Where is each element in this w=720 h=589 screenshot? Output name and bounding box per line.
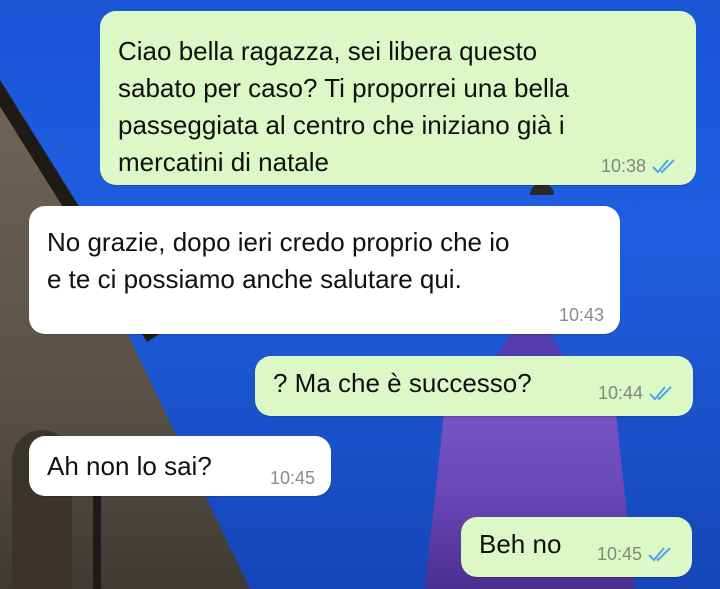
double-check-read-icon (650, 157, 680, 175)
message-meta: 10:44 (598, 384, 677, 402)
message-bubble-incoming[interactable]: No grazie, dopo ieri credo proprio che i… (29, 206, 620, 334)
message-meta: 10:45 (597, 545, 676, 563)
message-bubble-outgoing[interactable]: Beh no 10:45 (461, 517, 692, 577)
double-check-read-icon (646, 545, 676, 563)
message-meta: 10:38 (601, 157, 680, 175)
double-check-read-icon (647, 384, 677, 402)
message-meta: 10:43 (559, 306, 604, 324)
message-bubble-outgoing[interactable]: Ciao bella ragazza, sei libera questo sa… (100, 11, 696, 185)
message-time: 10:43 (558, 305, 604, 325)
message-text: Beh no (479, 529, 562, 559)
message-time: 10:45 (269, 468, 315, 488)
message-bubble-outgoing[interactable]: ? Ma che è successo? 10:44 (255, 356, 693, 416)
message-text: Ciao bella ragazza, sei libera questo sa… (118, 36, 569, 177)
message-time: 10:44 (597, 383, 643, 403)
message-bubble-incoming[interactable]: Ah non lo sai? 10:45 (29, 436, 331, 496)
message-text: No grazie, dopo ieri credo proprio che i… (47, 227, 510, 294)
message-text: ? Ma che è successo? (273, 368, 532, 398)
message-time: 10:38 (600, 156, 646, 176)
message-time: 10:45 (596, 544, 642, 564)
message-text: Ah non lo sai? (47, 451, 212, 481)
message-meta: 10:45 (270, 469, 315, 487)
